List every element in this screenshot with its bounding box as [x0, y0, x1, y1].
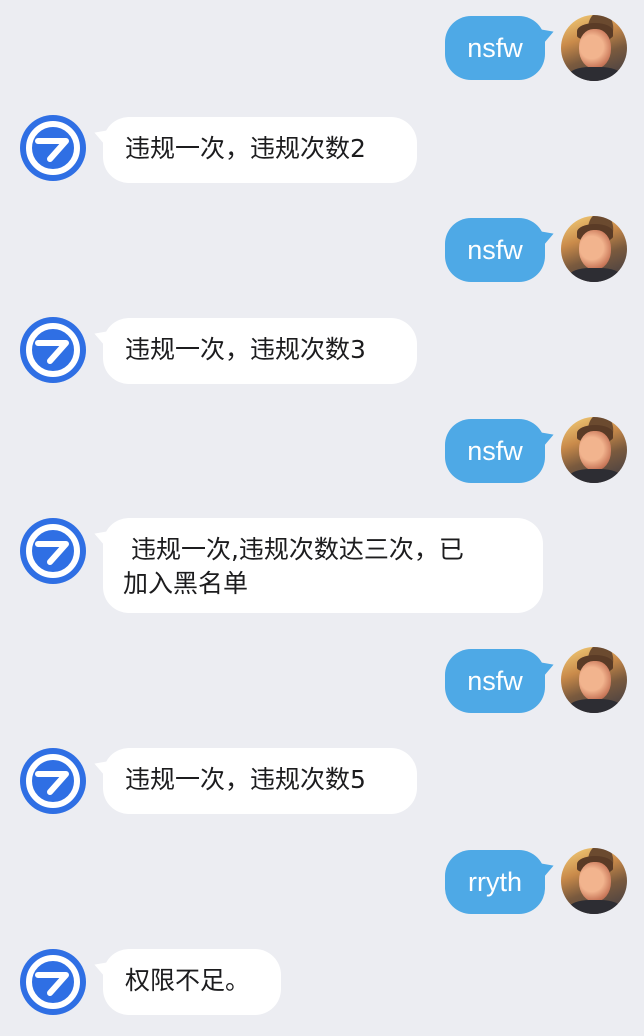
user-avatar[interactable] [561, 15, 627, 81]
bot-logo-icon[interactable] [20, 317, 86, 383]
user-message-bubble[interactable]: nsfw [445, 419, 545, 483]
bot-message-bubble[interactable]: 权限不足。 [103, 949, 281, 1015]
bot-message-bubble[interactable]: 违规一次，违规次数5 [103, 748, 417, 814]
bot-message-bubble[interactable]: 违规一次，违规次数2 [103, 117, 417, 183]
user-message-bubble[interactable]: rryth [445, 850, 545, 914]
user-avatar[interactable] [561, 848, 627, 914]
user-avatar[interactable] [561, 647, 627, 713]
user-message-bubble[interactable]: nsfw [445, 16, 545, 80]
bot-logo-icon[interactable] [20, 949, 86, 1015]
bot-logo-icon[interactable] [20, 115, 86, 181]
user-message-bubble[interactable]: nsfw [445, 649, 545, 713]
user-avatar[interactable] [561, 417, 627, 483]
bot-logo-icon[interactable] [20, 748, 86, 814]
bot-message-bubble[interactable]: 违规一次，违规次数3 [103, 318, 417, 384]
chat-window: nsfw 违规一次，违规次数2 nsfw 违规一次，违规次数3 nsfw 违规一… [0, 0, 644, 1036]
user-message-bubble[interactable]: nsfw [445, 218, 545, 282]
bot-logo-icon[interactable] [20, 518, 86, 584]
user-avatar[interactable] [561, 216, 627, 282]
bot-message-bubble[interactable]: 违规一次,违规次数达三次，已 加入黑名单 [103, 518, 543, 613]
